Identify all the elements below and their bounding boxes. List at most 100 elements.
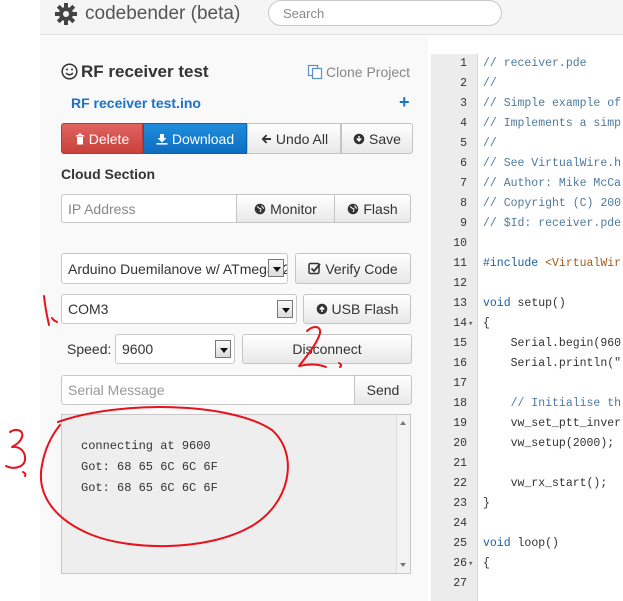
verify-code-button[interactable]: Verify Code [295, 253, 411, 284]
code-text: // $Id: receiver.pde [483, 217, 622, 230]
line-number: 8 [460, 197, 467, 210]
clone-project-label: Clone Project [326, 64, 411, 80]
add-file-button[interactable]: + [399, 92, 410, 113]
line-number: 15 [453, 337, 467, 350]
clone-project-link[interactable]: Clone Project [307, 64, 410, 80]
monitor-button[interactable]: Monitor [236, 194, 335, 223]
code-line[interactable]: 15 Serial.begin(960 [431, 334, 623, 354]
line-number: 3 [460, 97, 467, 110]
line-number: 10 [453, 237, 467, 250]
line-number: 2 [460, 77, 467, 90]
ip-address-input[interactable]: IP Address [61, 194, 237, 223]
monitor-label: Monitor [270, 200, 317, 217]
smiley-icon [61, 63, 78, 80]
search-input[interactable] [268, 0, 502, 26]
undo-all-button[interactable]: Undo All [247, 123, 341, 154]
line-number: 5 [460, 137, 467, 150]
save-button[interactable]: Save [341, 123, 413, 154]
gear-logo-icon [55, 3, 77, 25]
serial-monitor-output[interactable]: connecting at 9600 Got: 68 65 6C 6C 6F G… [61, 414, 411, 574]
console-scrollbar[interactable] [396, 415, 410, 573]
code-line[interactable]: 20 vw_setup(2000); [431, 434, 623, 454]
copy-icon [307, 64, 323, 80]
globe-icon [254, 203, 266, 214]
save-label: Save [369, 130, 401, 147]
fold-arrow-icon[interactable]: ▾ [468, 314, 473, 334]
line-number: 14 [453, 317, 467, 330]
code-line[interactable]: 26 ▾ { [431, 554, 623, 574]
code-line[interactable]: 25 void loop() [431, 534, 623, 554]
code-line[interactable]: 24 [431, 514, 623, 534]
file-tab-ino[interactable]: RF receiver test.ino [71, 95, 201, 111]
brand-name[interactable]: codebender (beta) [85, 3, 240, 25]
code-line[interactable]: 2 // [431, 74, 623, 94]
code-line[interactable]: 8 // Copyright (C) 200 [431, 194, 623, 214]
save-circle-icon [353, 133, 365, 144]
code-text: // [483, 77, 497, 90]
delete-button[interactable]: Delete [61, 123, 143, 154]
code-text: { [483, 317, 490, 330]
dropdown-arrow-icon[interactable] [268, 259, 284, 277]
console-line: Got: 68 65 6C 6C 6F [81, 481, 218, 495]
project-title: RF receiver test [61, 62, 209, 82]
globe-icon [348, 203, 359, 214]
line-number: 16 [453, 357, 467, 370]
code-line[interactable]: 13 void setup() [431, 294, 623, 314]
annotation-mark [22, 471, 27, 477]
line-number: 20 [453, 437, 467, 450]
disconnect-label: Disconnect [292, 341, 362, 357]
code-line[interactable]: 14 ▾ { [431, 314, 623, 334]
code-line[interactable]: 7 // Author: Mike McCa [431, 174, 623, 194]
annotation-mark [5, 428, 27, 469]
port-select[interactable]: COM3 [61, 294, 297, 324]
undo-all-label: Undo All [275, 130, 329, 147]
line-number: 22 [453, 477, 467, 490]
code-text: #include <VirtualWir [483, 257, 622, 270]
code-text: // Initialise th [483, 397, 622, 410]
code-line[interactable]: 6 // See VirtualWire.h [431, 154, 623, 174]
code-text: void setup() [483, 297, 566, 310]
line-number: 1 [460, 57, 467, 70]
line-number: 19 [453, 417, 467, 430]
code-line[interactable]: 12 [431, 274, 623, 294]
code-line[interactable]: 9 // $Id: receiver.pde [431, 214, 623, 234]
code-text: // See VirtualWire.h [483, 157, 622, 170]
code-line[interactable]: 23} [431, 494, 623, 514]
code-line[interactable]: 21 [431, 454, 623, 474]
line-number: 25 [453, 537, 467, 550]
code-line[interactable]: 1 // receiver.pde [431, 54, 623, 74]
code-text: // Copyright (C) 200 [483, 197, 622, 210]
project-title-text: RF receiver test [81, 62, 209, 81]
disconnect-button[interactable]: Disconnect [242, 334, 412, 364]
code-line[interactable]: 5 // [431, 134, 623, 154]
code-line[interactable]: 16 Serial.println(" [431, 354, 623, 374]
trash-icon [75, 133, 84, 144]
serial-message-input[interactable]: Serial Message [61, 375, 355, 405]
code-editor[interactable]: 1 // receiver.pde 2 // 3 // Simple example of… [431, 54, 623, 601]
dropdown-arrow-icon[interactable] [277, 300, 293, 318]
flash-button[interactable]: Flash [334, 194, 411, 223]
scroll-up-arrow-icon[interactable] [400, 421, 406, 425]
code-line[interactable]: 18 // Initialise th [431, 394, 623, 414]
code-line[interactable]: 11 #include <VirtualWir [431, 254, 623, 274]
code-line[interactable]: 27 [431, 574, 623, 594]
baud-rate-select[interactable]: 9600 [115, 334, 235, 364]
scroll-down-arrow-icon[interactable] [400, 563, 406, 567]
code-line[interactable]: 22 vw_rx_start(); [431, 474, 623, 494]
code-line[interactable]: 17 [431, 374, 623, 394]
code-text: // Simple example of [483, 97, 622, 110]
code-text: // receiver.pde [483, 57, 587, 70]
code-line[interactable]: 4 // Implements a simp [431, 114, 623, 134]
code-line[interactable]: 19 vw_set_ptt_inver [431, 414, 623, 434]
code-line[interactable]: 10 [431, 234, 623, 254]
send-button[interactable]: Send [354, 375, 412, 405]
dropdown-arrow-icon[interactable] [215, 340, 231, 358]
code-line[interactable]: 3 // Simple example of [431, 94, 623, 114]
arrow-left-icon [261, 134, 271, 143]
code-text: { [483, 557, 490, 570]
board-select[interactable]: Arduino Duemilanove w/ ATmega328 [61, 253, 288, 284]
download-button[interactable]: Download [143, 123, 247, 154]
download-icon [156, 133, 168, 145]
fold-arrow-icon[interactable]: ▾ [468, 554, 473, 574]
usb-flash-button[interactable]: USB Flash [303, 294, 411, 324]
